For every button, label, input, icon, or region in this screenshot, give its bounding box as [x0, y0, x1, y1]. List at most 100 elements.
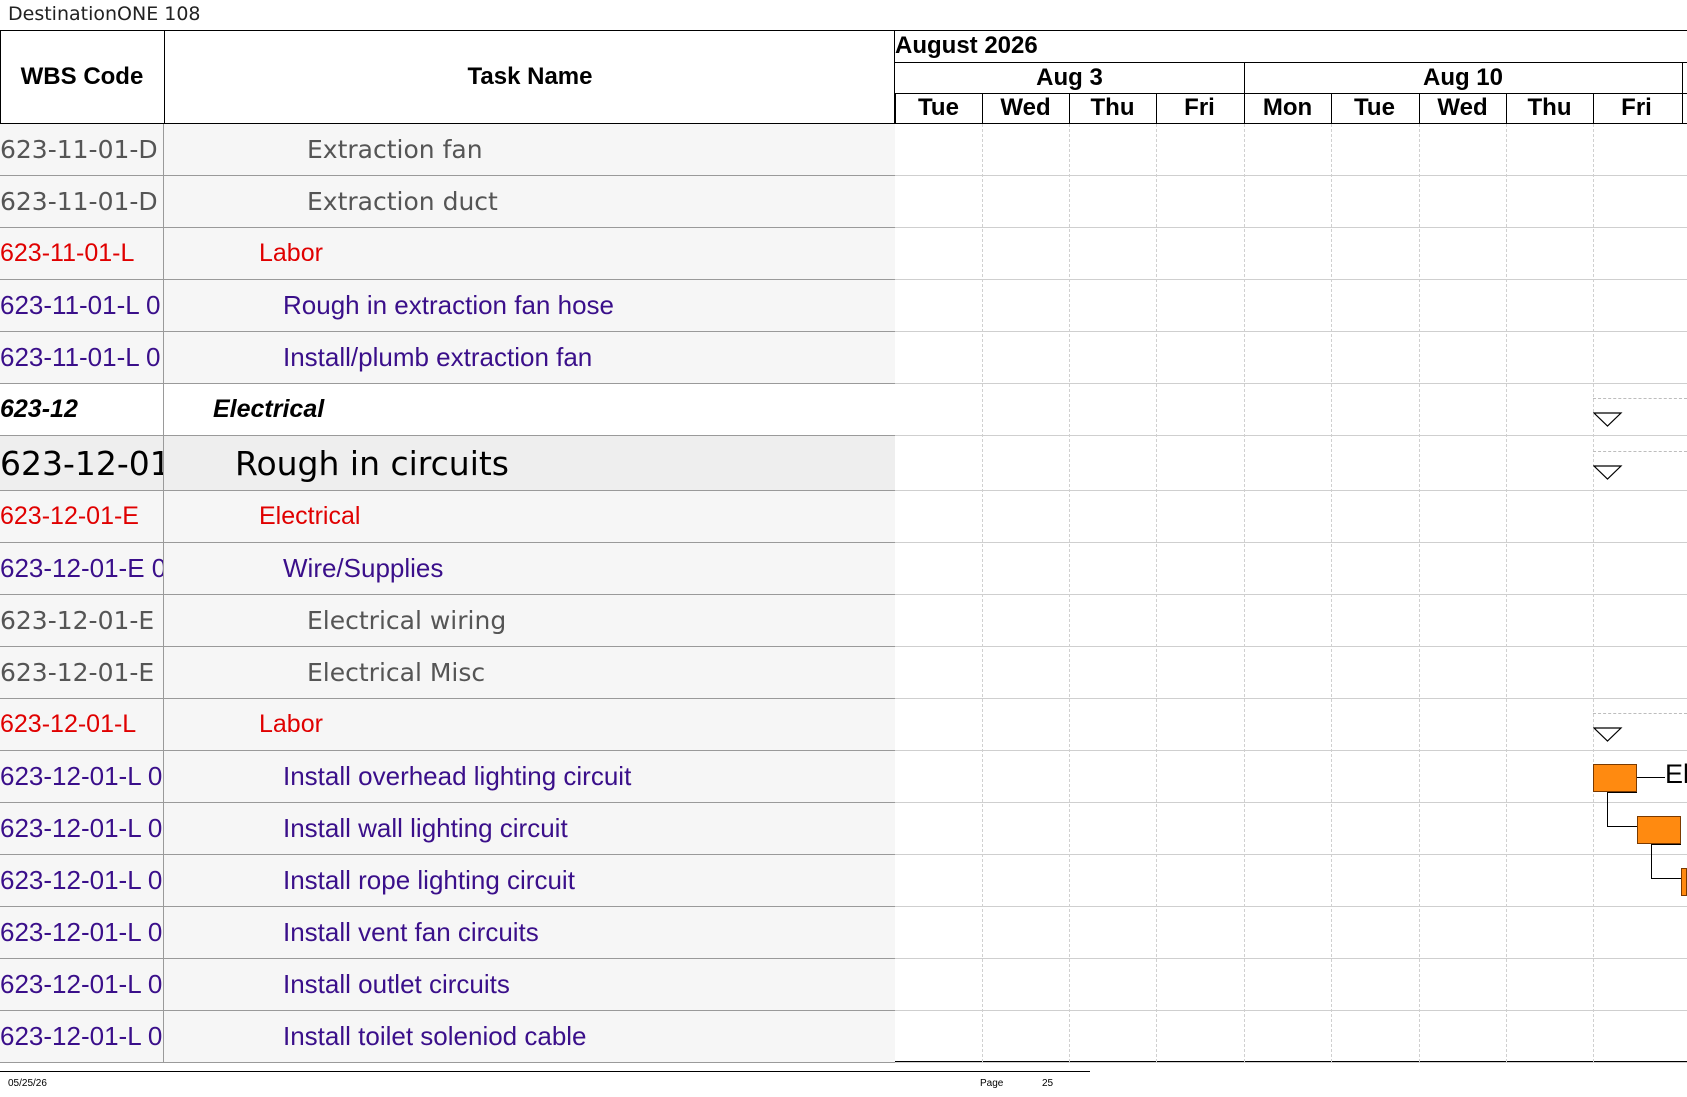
- task-name-cell: Electrical wiring: [307, 606, 507, 635]
- header-divider-wbs: [164, 31, 165, 123]
- wbs-code-cell: 623-12-01-L 0: [0, 1011, 164, 1062]
- timeline-row-line: [895, 279, 1687, 280]
- timeline-row-line: [895, 383, 1687, 384]
- day-gridline: [1156, 124, 1157, 1062]
- timeline-row-line: [895, 1062, 1687, 1063]
- table-row[interactable]: 623-12-01-L 0 Install wall lighting circu…: [0, 803, 895, 855]
- group-summary-marker[interactable]: [1593, 464, 1623, 482]
- day-header-divider: [895, 93, 896, 123]
- day-header-divider: [1419, 93, 1420, 123]
- table-row[interactable]: 623-12-01-L 0 Install outlet circuits: [0, 959, 895, 1011]
- table-row[interactable]: 623-12-01-E Electrical: [0, 491, 895, 543]
- timeline-day-wed: Wed: [1437, 94, 1488, 121]
- day-header-divider: [1506, 93, 1507, 123]
- task-name-cell: Rough in extraction fan hose: [283, 290, 614, 320]
- header-line-month: [895, 62, 1687, 63]
- timeline-row-line: [895, 331, 1687, 332]
- day-gridline: [1419, 124, 1420, 1062]
- wbs-code-cell: 623-12-01-L 0: [0, 855, 164, 906]
- wbs-code-cell: 623-12-01-E 01: [0, 595, 164, 646]
- footer-page-label: Page: [980, 1078, 1004, 1089]
- week-divider: [1244, 62, 1245, 123]
- timeline-row-line: [895, 906, 1687, 907]
- wbs-code-cell: 623-11-01-L: [0, 228, 164, 279]
- footer-line: [0, 1071, 1090, 1072]
- task-name-cell: Install toilet soleniod cable: [283, 1021, 587, 1051]
- table-row[interactable]: 623-12-01 Rough in circuits: [0, 436, 895, 491]
- table-row[interactable]: 623-12-01-E 01 Electrical Misc: [0, 647, 895, 699]
- timeline-row-line: [895, 594, 1687, 595]
- timeline-day-mon: Mon: [1262, 94, 1313, 121]
- timeline-row-line: [895, 646, 1687, 647]
- day-header-divider: [1331, 93, 1332, 123]
- wbs-code-cell: 623-12-01-E 0: [0, 543, 164, 594]
- table-row[interactable]: 623-12-01-E 0 Wire/Supplies: [0, 543, 895, 595]
- table-row[interactable]: 623-12 Electrical: [0, 384, 895, 436]
- task-name-cell: Install rope lighting circuit: [283, 865, 575, 895]
- wbs-code-cell: 623-12-01-E: [0, 491, 164, 542]
- timeline-right-edge: [1682, 62, 1683, 123]
- table-row[interactable]: 623-11-01-L 0 Rough in extraction fan hos…: [0, 280, 895, 332]
- task-bar[interactable]: [1681, 868, 1687, 896]
- table-row[interactable]: 623-11-01-D 01 Extraction duct: [0, 176, 895, 228]
- wbs-column-header: WBS Code: [20, 62, 144, 90]
- document-title: DestinationONE 108: [8, 3, 201, 25]
- task-name-cell: Labor: [259, 710, 323, 738]
- timeline-week-aug3: Aug 3: [1036, 64, 1103, 91]
- task-name-cell: Install outlet circuits: [283, 969, 510, 999]
- table-row[interactable]: 623-12-01-L 0 Install overhead lighting c…: [0, 751, 895, 803]
- task-name-cell: Install overhead lighting circuit: [283, 761, 632, 791]
- phase-summary-marker[interactable]: [1593, 411, 1623, 429]
- task-name-cell: Extraction fan: [307, 135, 483, 164]
- labor-summary-marker[interactable]: [1593, 726, 1623, 744]
- summary-dashed-line: [1593, 398, 1687, 399]
- wbs-code-cell: 623-11-01-L 0: [0, 280, 164, 331]
- timeline-row-line: [895, 175, 1687, 176]
- timeline-row-line: [895, 958, 1687, 959]
- wbs-code-cell: 623-12-01-L 0: [0, 803, 164, 854]
- day-header-divider: [1156, 93, 1157, 123]
- table-row[interactable]: 623-11-01-L 0 Install/plumb extraction fa…: [0, 332, 895, 384]
- bar-label: El: [1665, 759, 1687, 789]
- timeline-row-line: [895, 490, 1687, 491]
- timeline-month: August 2026: [895, 32, 1038, 59]
- wbs-code-cell: 623-12-01-L 0: [0, 751, 164, 802]
- table-row[interactable]: 623-12-01-E 01 Electrical wiring: [0, 595, 895, 647]
- table-row[interactable]: 623-11-01-L Labor: [0, 228, 895, 280]
- task-name-cell: Extraction duct: [307, 187, 498, 216]
- day-gridline: [1244, 124, 1245, 1062]
- timeline-week-aug10: Aug 10: [1422, 64, 1503, 91]
- table-row[interactable]: 623-11-01-D 01 Extraction fan: [0, 124, 895, 176]
- timeline-day-tue: Tue: [918, 94, 959, 121]
- task-bar[interactable]: [1593, 764, 1637, 792]
- wbs-code-cell: 623-12-01: [0, 436, 164, 490]
- day-gridline: [1593, 124, 1594, 1062]
- day-gridline: [1331, 124, 1332, 1062]
- timeline-row-line: [895, 1010, 1687, 1011]
- task-name-cell: Electrical Misc: [307, 658, 486, 687]
- timeline-day-thu: Thu: [1527, 94, 1572, 121]
- link-connector: [1637, 777, 1665, 778]
- task-name-cell: Install wall lighting circuit: [283, 813, 568, 843]
- table-row[interactable]: 623-12-01-L Labor: [0, 699, 895, 751]
- timeline-row-line: [895, 802, 1687, 803]
- task-name-cell: Electrical: [259, 502, 361, 530]
- timeline-day-fri: Fri: [1621, 94, 1652, 121]
- table-row[interactable]: 623-12-01-L 0 Install toilet soleniod cab…: [0, 1011, 895, 1063]
- wbs-code-cell: 623-11-01-L 0: [0, 332, 164, 383]
- task-name-cell: Labor: [259, 239, 323, 267]
- table-row[interactable]: 623-12-01-L 0 Install rope lighting circu…: [0, 855, 895, 907]
- summary-dashed-line: [1593, 451, 1687, 452]
- task-bar[interactable]: [1637, 816, 1681, 844]
- timeline-row-line: [895, 698, 1687, 699]
- wbs-code-cell: 623-12-01-E 01: [0, 647, 164, 698]
- task-name-cell: Rough in circuits: [235, 443, 509, 483]
- link-connector: [1651, 844, 1681, 879]
- wbs-code-cell: 623-12-01-L 0: [0, 907, 164, 958]
- table-row[interactable]: 623-12-01-L 0 Install vent fan circuits: [0, 907, 895, 959]
- link-connector: [1607, 792, 1637, 827]
- timeline-row-line: [895, 435, 1687, 436]
- day-header-divider: [1593, 93, 1594, 123]
- timeline-row-line: [895, 854, 1687, 855]
- timeline-row-line: [895, 542, 1687, 543]
